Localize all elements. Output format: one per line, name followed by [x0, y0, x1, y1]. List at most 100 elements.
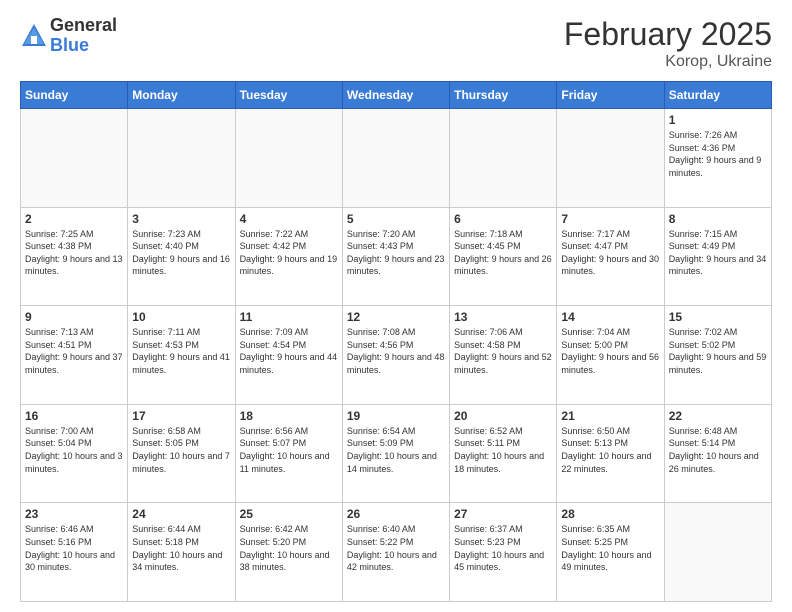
day-info: Sunrise: 7:06 AM Sunset: 4:58 PM Dayligh…	[454, 326, 552, 376]
table-row: 4 Sunrise: 7:22 AM Sunset: 4:42 PM Daylig…	[235, 207, 342, 306]
day-number: 5	[347, 212, 445, 226]
day-number: 24	[132, 507, 230, 521]
table-row	[128, 109, 235, 208]
table-row	[664, 503, 771, 602]
table-row: 20Sunrise: 6:52 AM Sunset: 5:11 PM Dayli…	[450, 404, 557, 503]
table-row	[235, 109, 342, 208]
day-info: Sunrise: 6:46 AM Sunset: 5:16 PM Dayligh…	[25, 523, 123, 573]
day-number: 2	[25, 212, 123, 226]
table-row: 27 Sunrise: 6:37 AM Sunset: 5:23 PM Dayli…	[450, 503, 557, 602]
day-number: 4	[240, 212, 338, 226]
day-info: Sunrise: 6:54 AM Sunset: 5:09 PM Dayligh…	[347, 425, 445, 475]
table-row: 1 Sunrise: 7:26 AM Sunset: 4:36 PM Daylig…	[664, 109, 771, 208]
day-info: Sunrise: 7:18 AM Sunset: 4:45 PM Dayligh…	[454, 228, 552, 278]
table-row: 19 Sunrise: 6:54 AM Sunset: 5:09 PM Dayli…	[342, 404, 449, 503]
col-monday: Monday	[128, 82, 235, 109]
day-info: Sunrise: 7:00 AM Sunset: 5:04 PM Dayligh…	[25, 425, 123, 475]
day-number: 18	[240, 409, 338, 423]
calendar: Sunday Monday Tuesday Wednesday Thursday…	[20, 81, 772, 602]
table-row: 7 Sunrise: 7:17 AM Sunset: 4:47 PM Daylig…	[557, 207, 664, 306]
day-info: Sunrise: 7:26 AM Sunset: 4:36 PM Dayligh…	[669, 129, 767, 179]
day-number: 26	[347, 507, 445, 521]
day-number: 3	[132, 212, 230, 226]
day-info: Sunrise: 7:08 AM Sunset: 4:56 PM Dayligh…	[347, 326, 445, 376]
table-row: 25Sunrise: 6:42 AM Sunset: 5:20 PM Dayli…	[235, 503, 342, 602]
day-number: 13	[454, 310, 552, 324]
col-sunday: Sunday	[21, 82, 128, 109]
table-row: 28 Sunrise: 6:35 AM Sunset: 5:25 PM Dayli…	[557, 503, 664, 602]
table-row: 14 Sunrise: 7:04 AM Sunset: 5:00 PM Dayli…	[557, 306, 664, 405]
title-area: February 2025 Korop, Ukraine	[564, 16, 772, 71]
day-number: 16	[25, 409, 123, 423]
table-row: 12 Sunrise: 7:08 AM Sunset: 4:56 PM Dayli…	[342, 306, 449, 405]
day-info: Sunrise: 7:25 AM Sunset: 4:38 PM Dayligh…	[25, 228, 123, 278]
day-number: 21	[561, 409, 659, 423]
logo-general-text: General	[50, 16, 117, 36]
day-number: 10	[132, 310, 230, 324]
table-row: 23 Sunrise: 6:46 AM Sunset: 5:16 PM Dayli…	[21, 503, 128, 602]
day-number: 12	[347, 310, 445, 324]
day-info: Sunrise: 6:37 AM Sunset: 5:23 PM Dayligh…	[454, 523, 552, 573]
day-info: Sunrise: 6:58 AM Sunset: 5:05 PM Dayligh…	[132, 425, 230, 475]
day-info: Sunrise: 6:48 AM Sunset: 5:14 PM Dayligh…	[669, 425, 767, 475]
logo-icon	[20, 22, 48, 50]
logo-blue-text: Blue	[50, 36, 117, 56]
day-info: Sunrise: 7:02 AM Sunset: 5:02 PM Dayligh…	[669, 326, 767, 376]
day-number: 14	[561, 310, 659, 324]
page: General Blue February 2025 Korop, Ukrain…	[0, 0, 792, 612]
month-title: February 2025	[564, 16, 772, 53]
day-info: Sunrise: 7:15 AM Sunset: 4:49 PM Dayligh…	[669, 228, 767, 278]
table-row: 6 Sunrise: 7:18 AM Sunset: 4:45 PM Daylig…	[450, 207, 557, 306]
table-row: 8Sunrise: 7:15 AM Sunset: 4:49 PM Daylig…	[664, 207, 771, 306]
day-info: Sunrise: 7:09 AM Sunset: 4:54 PM Dayligh…	[240, 326, 338, 376]
day-info: Sunrise: 6:52 AM Sunset: 5:11 PM Dayligh…	[454, 425, 552, 475]
day-info: Sunrise: 7:13 AM Sunset: 4:51 PM Dayligh…	[25, 326, 123, 376]
day-info: Sunrise: 7:04 AM Sunset: 5:00 PM Dayligh…	[561, 326, 659, 376]
day-number: 23	[25, 507, 123, 521]
day-info: Sunrise: 7:17 AM Sunset: 4:47 PM Dayligh…	[561, 228, 659, 278]
table-row	[21, 109, 128, 208]
table-row: 5 Sunrise: 7:20 AM Sunset: 4:43 PM Daylig…	[342, 207, 449, 306]
location: Korop, Ukraine	[564, 53, 772, 71]
table-row: 11 Sunrise: 7:09 AM Sunset: 4:54 PM Dayli…	[235, 306, 342, 405]
day-info: Sunrise: 6:35 AM Sunset: 5:25 PM Dayligh…	[561, 523, 659, 573]
calendar-body: 1 Sunrise: 7:26 AM Sunset: 4:36 PM Daylig…	[21, 109, 772, 602]
day-number: 19	[347, 409, 445, 423]
day-number: 1	[669, 113, 767, 127]
table-row: 22 Sunrise: 6:48 AM Sunset: 5:14 PM Dayli…	[664, 404, 771, 503]
day-info: Sunrise: 6:50 AM Sunset: 5:13 PM Dayligh…	[561, 425, 659, 475]
day-number: 15	[669, 310, 767, 324]
table-row: 10 Sunrise: 7:11 AM Sunset: 4:53 PM Dayli…	[128, 306, 235, 405]
table-row: 17Sunrise: 6:58 AM Sunset: 5:05 PM Dayli…	[128, 404, 235, 503]
table-row: 15 Sunrise: 7:02 AM Sunset: 5:02 PM Dayli…	[664, 306, 771, 405]
logo-text: General Blue	[50, 16, 117, 56]
day-number: 27	[454, 507, 552, 521]
table-row	[557, 109, 664, 208]
table-row: 3 Sunrise: 7:23 AM Sunset: 4:40 PM Daylig…	[128, 207, 235, 306]
day-info: Sunrise: 7:22 AM Sunset: 4:42 PM Dayligh…	[240, 228, 338, 278]
header: General Blue February 2025 Korop, Ukrain…	[20, 16, 772, 71]
day-info: Sunrise: 7:11 AM Sunset: 4:53 PM Dayligh…	[132, 326, 230, 376]
table-row: 18Sunrise: 6:56 AM Sunset: 5:07 PM Dayli…	[235, 404, 342, 503]
day-info: Sunrise: 7:20 AM Sunset: 4:43 PM Dayligh…	[347, 228, 445, 278]
day-info: Sunrise: 6:44 AM Sunset: 5:18 PM Dayligh…	[132, 523, 230, 573]
col-tuesday: Tuesday	[235, 82, 342, 109]
day-info: Sunrise: 6:40 AM Sunset: 5:22 PM Dayligh…	[347, 523, 445, 573]
day-number: 22	[669, 409, 767, 423]
day-number: 28	[561, 507, 659, 521]
table-row: 9 Sunrise: 7:13 AM Sunset: 4:51 PM Daylig…	[21, 306, 128, 405]
table-row	[450, 109, 557, 208]
table-row: 2 Sunrise: 7:25 AM Sunset: 4:38 PM Daylig…	[21, 207, 128, 306]
day-number: 6	[454, 212, 552, 226]
col-wednesday: Wednesday	[342, 82, 449, 109]
table-row: 13 Sunrise: 7:06 AM Sunset: 4:58 PM Dayli…	[450, 306, 557, 405]
day-number: 7	[561, 212, 659, 226]
day-info: Sunrise: 7:23 AM Sunset: 4:40 PM Dayligh…	[132, 228, 230, 278]
col-thursday: Thursday	[450, 82, 557, 109]
calendar-header: Sunday Monday Tuesday Wednesday Thursday…	[21, 82, 772, 109]
day-number: 11	[240, 310, 338, 324]
col-friday: Friday	[557, 82, 664, 109]
col-saturday: Saturday	[664, 82, 771, 109]
day-number: 25	[240, 507, 338, 521]
day-number: 9	[25, 310, 123, 324]
